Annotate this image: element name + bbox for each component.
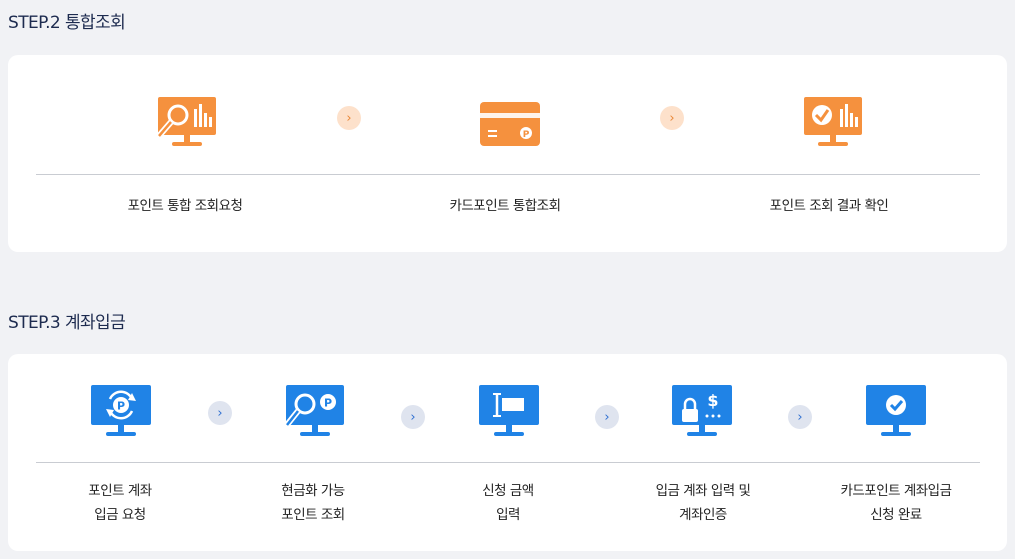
step2-divider xyxy=(36,174,980,175)
step3-label-4-line2: 계좌인증 xyxy=(679,507,727,523)
step3-label-1-line2: 입금 요청 xyxy=(94,507,146,523)
next-arrow-icon: › xyxy=(660,106,684,130)
next-arrow-icon: › xyxy=(337,106,361,130)
step2-title: STEP.2 통합조회 xyxy=(8,13,126,33)
next-arrow-icon: › xyxy=(401,405,425,429)
step3-label-5: 카드포인트 계좌입금 신청 완료 xyxy=(816,479,976,527)
check-chart-monitor-icon xyxy=(802,97,864,151)
step3-label-1: 포인트 계좌 입금 요청 xyxy=(60,479,180,527)
step3-label-2-line1: 현금화 가능 xyxy=(281,483,345,499)
text-input-monitor-icon xyxy=(478,385,540,439)
svg-text:P: P xyxy=(523,130,530,140)
point-refresh-monitor-icon: P xyxy=(90,385,152,439)
step2-label-1: 포인트 통합 조회요청 xyxy=(127,198,243,214)
svg-text:P: P xyxy=(324,397,332,410)
step3-title: STEP.3 계좌입금 xyxy=(8,313,126,333)
svg-text:$: $ xyxy=(707,391,718,410)
next-arrow-icon: › xyxy=(788,405,812,429)
step2-card: › P › 포인트 통합 조회요청 카드포인트 통합조회 포인트 조회 결과 확… xyxy=(8,55,1007,252)
lock-dollar-monitor-icon: $ xyxy=(671,385,733,439)
search-chart-monitor-icon xyxy=(156,97,218,151)
next-arrow-icon: › xyxy=(208,401,232,425)
step3-label-2-line2: 포인트 조회 xyxy=(281,507,345,523)
step3-label-5-line1: 카드포인트 계좌입금 xyxy=(840,483,952,499)
step3-label-4-line1: 입금 계좌 입력 및 xyxy=(655,483,751,499)
step2-label-2: 카드포인트 통합조회 xyxy=(449,198,561,214)
step3-label-3: 신청 금액 입력 xyxy=(448,479,568,527)
step3-label-4: 입금 계좌 입력 및 계좌인증 xyxy=(623,479,783,527)
step3-label-2: 현금화 가능 포인트 조회 xyxy=(253,479,373,527)
point-search-monitor-icon: P xyxy=(283,385,345,439)
svg-text:P: P xyxy=(117,400,125,413)
step3-card: P › P › › $ › 포인트 계좌 입금 요청 현금화 가능 포인트 조회… xyxy=(8,354,1007,551)
step3-label-1-line1: 포인트 계좌 xyxy=(88,483,152,499)
step3-label-3-line1: 신청 금액 xyxy=(482,483,534,499)
check-monitor-icon xyxy=(865,385,927,439)
step2-label-3: 포인트 조회 결과 확인 xyxy=(769,198,889,214)
step3-label-5-line2: 신청 완료 xyxy=(870,507,922,523)
step3-label-3-line2: 입력 xyxy=(496,507,520,523)
next-arrow-icon: › xyxy=(595,405,619,429)
point-card-icon: P xyxy=(479,101,541,147)
step3-divider xyxy=(36,462,980,463)
